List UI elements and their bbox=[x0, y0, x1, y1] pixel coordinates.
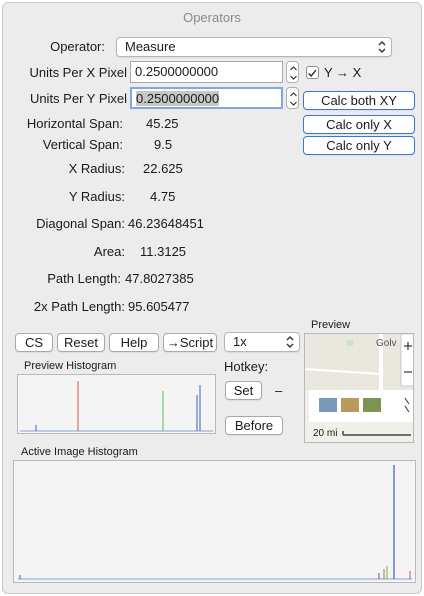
hotkey-value: – bbox=[275, 383, 283, 398]
y-to-x-checkbox[interactable] bbox=[306, 66, 319, 79]
units-y-stepper[interactable] bbox=[286, 87, 299, 109]
before-button[interactable]: Before bbox=[225, 416, 283, 435]
hotkey-set-button[interactable]: Set bbox=[225, 381, 262, 400]
active-histogram bbox=[13, 460, 416, 583]
operator-label: Operator: bbox=[50, 39, 105, 54]
operator-select[interactable]: Measure bbox=[116, 37, 392, 57]
horizontal-span-value: 45.25 bbox=[146, 116, 179, 131]
operators-window: Operators Operator: Measure Units Per X … bbox=[2, 2, 422, 594]
y-radius-label: Y Radius: bbox=[68, 189, 125, 204]
diagonal-span-value: 46.23648451 bbox=[128, 216, 204, 231]
y-to-x-label: Y → X bbox=[324, 65, 362, 80]
path-length-value: 47.8027385 bbox=[125, 271, 194, 286]
units-x-input[interactable]: 0.2500000000 bbox=[130, 61, 283, 83]
diagonal-span-label: Diagonal Span: bbox=[36, 216, 125, 231]
preview-histogram bbox=[17, 374, 216, 434]
help-button[interactable]: Help bbox=[109, 333, 159, 352]
area-label: Area: bbox=[93, 244, 125, 259]
path-length-label: Path Length: bbox=[47, 271, 121, 286]
path-length-2x-label: 2x Path Length: bbox=[33, 299, 125, 314]
calc-only-y-button[interactable]: Calc only Y bbox=[303, 136, 415, 155]
preview-histogram-plot bbox=[20, 381, 213, 432]
y-radius-value: 4.75 bbox=[150, 189, 176, 204]
units-y-label: Units Per Y Pixel bbox=[29, 91, 127, 106]
preview-map bbox=[305, 334, 413, 442]
stepper-arrows-icon bbox=[290, 66, 297, 80]
units-y-input[interactable]: 0.2500000000 bbox=[130, 87, 283, 109]
preview-histogram-label: Preview Histogram bbox=[24, 360, 117, 372]
updown-arrow-icon bbox=[286, 336, 294, 348]
path-length-2x-value: 95.605477 bbox=[128, 299, 190, 314]
units-x-value: 0.2500000000 bbox=[135, 64, 219, 79]
window-title: Operators bbox=[183, 10, 241, 25]
units-x-label: Units Per X Pixel bbox=[29, 65, 127, 80]
updown-arrow-icon bbox=[378, 41, 386, 53]
zoom-value: 1x bbox=[233, 334, 247, 349]
active-histogram-plot bbox=[18, 465, 412, 580]
reset-button[interactable]: Reset bbox=[57, 333, 105, 352]
zoom-select[interactable]: 1x bbox=[224, 332, 300, 352]
checkmark-icon bbox=[308, 69, 317, 78]
preview-map-text: Golv bbox=[376, 338, 397, 349]
x-radius-value: 22.625 bbox=[143, 161, 183, 176]
hotkey-label: Hotkey: bbox=[224, 359, 269, 374]
active-histogram-label: Active Image Histogram bbox=[21, 446, 138, 458]
calc-both-xy-button[interactable]: Calc both XY bbox=[303, 91, 415, 110]
preview-scale: 20 mi bbox=[313, 428, 338, 439]
calc-only-x-button[interactable]: Calc only X bbox=[303, 115, 415, 134]
vertical-span-value: 9.5 bbox=[154, 137, 173, 152]
area-value: 11.3125 bbox=[140, 244, 187, 259]
units-x-stepper[interactable] bbox=[286, 61, 299, 83]
preview-label: Preview bbox=[311, 319, 351, 331]
preview-panel[interactable]: Golv 20 mi bbox=[304, 333, 414, 443]
to-script-button[interactable]: →Script bbox=[163, 333, 217, 352]
operator-value: Measure bbox=[125, 39, 176, 54]
x-radius-label: X Radius: bbox=[68, 161, 125, 176]
units-y-value: 0.2500000000 bbox=[136, 91, 220, 106]
horizontal-span-label: Horizontal Span: bbox=[26, 116, 123, 131]
cs-button[interactable]: CS bbox=[15, 333, 53, 352]
vertical-span-label: Vertical Span: bbox=[42, 137, 123, 152]
stepper-arrows-icon bbox=[290, 92, 297, 106]
